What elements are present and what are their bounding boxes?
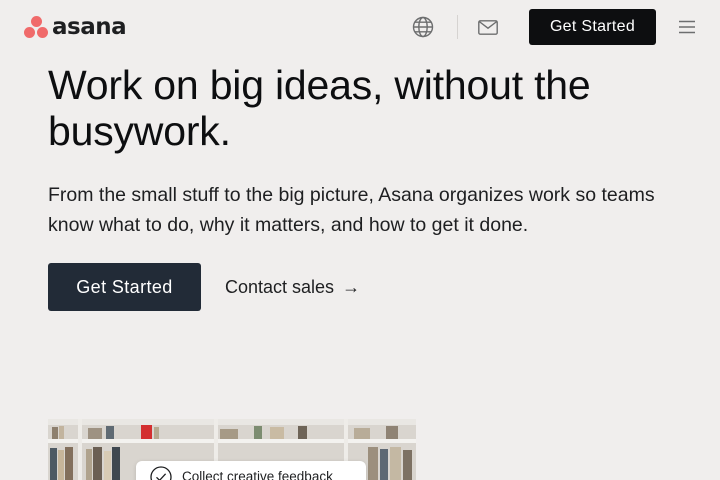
book	[93, 447, 102, 480]
book	[403, 450, 412, 480]
hero-headline: Work on big ideas, without the busywork.	[48, 62, 591, 154]
landing-page: asana Get Started Work on big ideas, wit…	[0, 0, 720, 480]
book	[354, 428, 370, 439]
book	[254, 426, 262, 439]
hero-subtext: From the small stuff to the big picture,…	[48, 184, 655, 236]
contact-sales-link[interactable]: Contact sales →	[225, 275, 360, 299]
book	[106, 426, 114, 439]
hamburger-menu-icon[interactable]	[676, 17, 698, 37]
contact-sales-label: Contact sales	[225, 276, 335, 297]
book	[86, 449, 92, 480]
book	[390, 447, 401, 480]
book	[141, 425, 152, 439]
book	[58, 450, 64, 480]
book	[65, 447, 73, 480]
book	[59, 426, 64, 439]
task-card-label: Collect creative feedback	[182, 469, 333, 480]
book	[52, 427, 58, 439]
book	[50, 448, 57, 480]
nav-divider	[457, 15, 458, 39]
shelf-line	[48, 439, 416, 443]
globe-icon[interactable]	[411, 15, 435, 39]
asana-logo[interactable]: asana	[24, 13, 127, 41]
book	[88, 428, 102, 439]
book	[386, 426, 398, 439]
task-card: Collect creative feedback	[136, 461, 366, 480]
book	[298, 426, 307, 439]
book	[112, 447, 120, 480]
top-nav: asana Get Started	[0, 0, 720, 54]
nav-get-started-button[interactable]: Get Started	[529, 9, 656, 45]
mail-icon[interactable]	[476, 17, 500, 37]
logo-wordmark: asana	[52, 13, 127, 40]
shelf-top	[48, 419, 416, 425]
hero-product-image: Collect creative feedback	[48, 419, 416, 480]
book	[220, 429, 238, 439]
shelf-post	[78, 419, 82, 480]
book	[368, 447, 378, 480]
check-circle-icon[interactable]	[150, 466, 172, 480]
book	[104, 451, 111, 480]
arrow-right-icon: →	[342, 276, 361, 297]
hero-get-started-button[interactable]: Get Started	[48, 263, 201, 311]
book	[270, 427, 284, 439]
book	[380, 449, 388, 480]
asana-dots-icon	[24, 16, 48, 38]
book	[154, 427, 159, 439]
